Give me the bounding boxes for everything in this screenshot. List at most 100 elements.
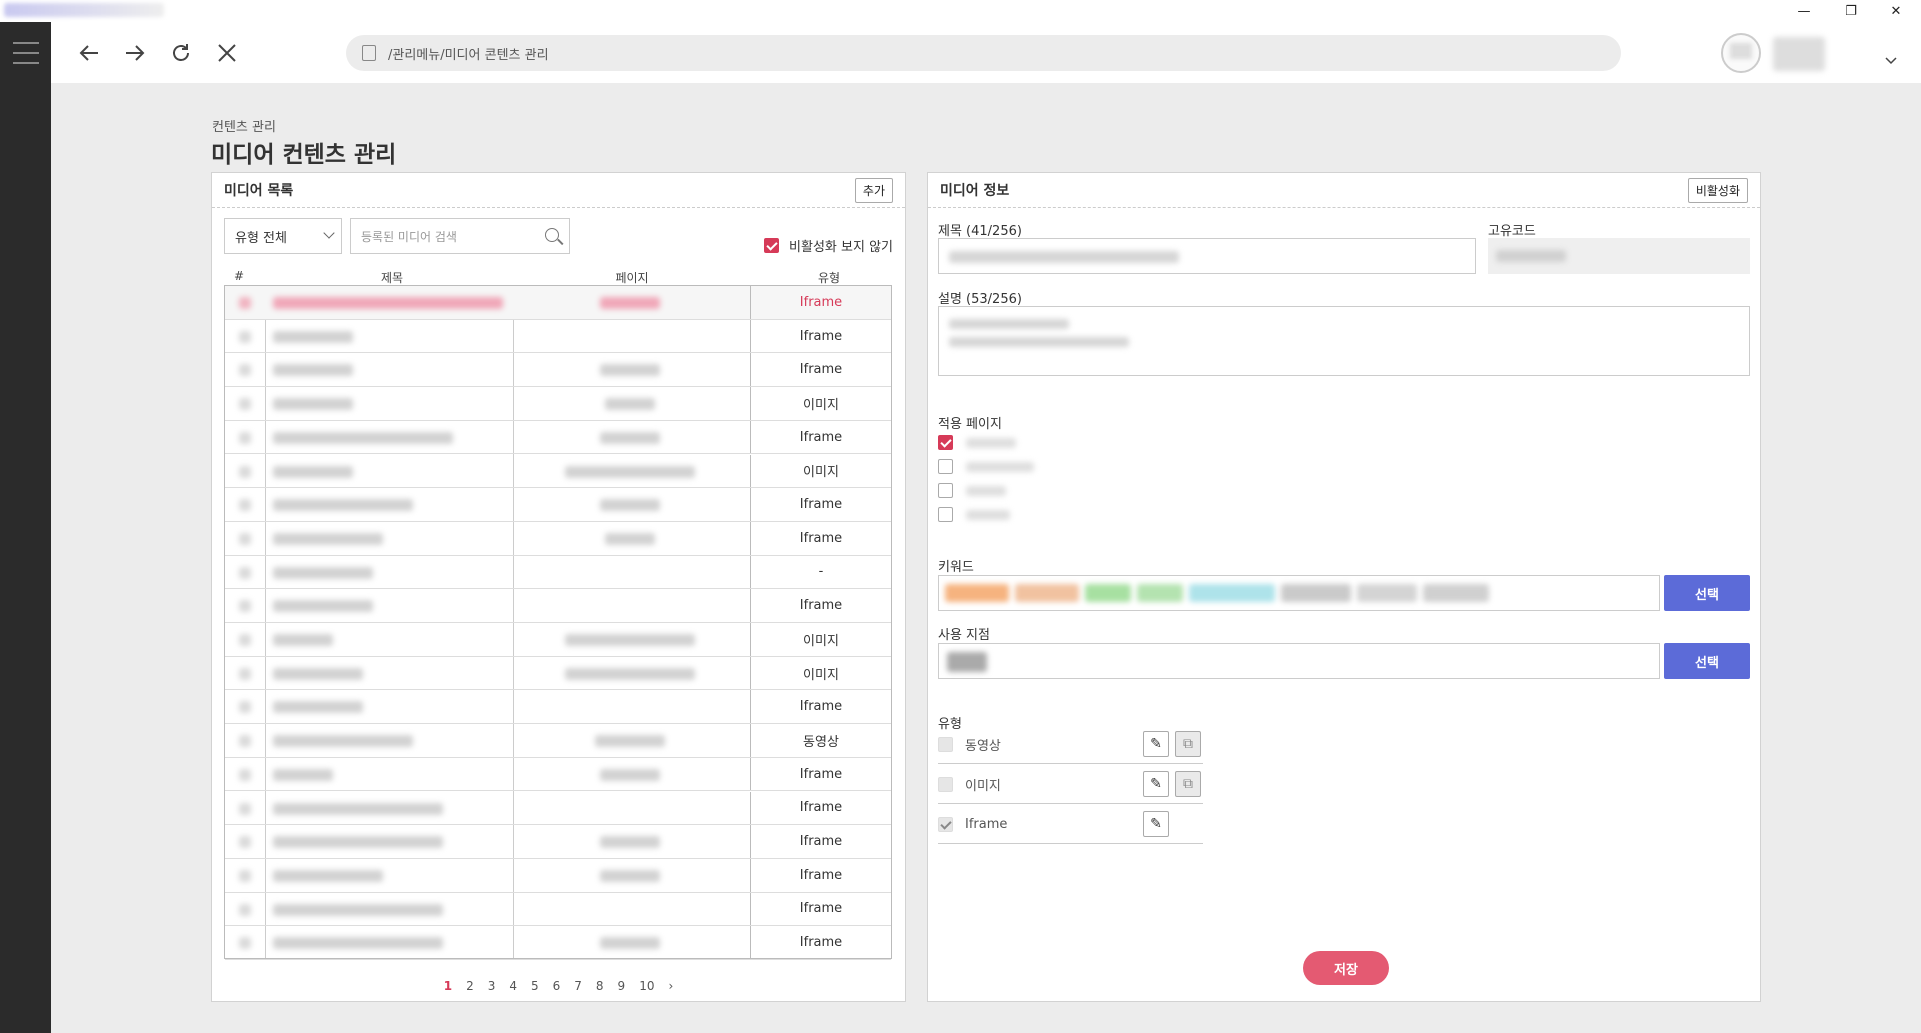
table-row[interactable]: Iframe bbox=[225, 420, 891, 455]
row-title-blur bbox=[273, 701, 363, 714]
page-link[interactable]: 1 bbox=[444, 979, 452, 993]
table-row[interactable]: 이미지 bbox=[225, 623, 891, 657]
chevron-down-icon[interactable] bbox=[1885, 54, 1897, 68]
table-row[interactable]: 이미지 bbox=[225, 656, 891, 691]
page-link[interactable]: 3 bbox=[488, 979, 496, 993]
apply-page-checkbox[interactable] bbox=[938, 483, 953, 498]
row-type: Iframe bbox=[750, 589, 891, 622]
row-type: Iframe bbox=[750, 926, 891, 959]
table-row[interactable]: Iframe bbox=[225, 892, 891, 927]
row-number-blur bbox=[239, 937, 251, 950]
row-number-blur bbox=[239, 398, 251, 411]
table-row[interactable]: 이미지 bbox=[225, 454, 891, 489]
row-number-blur bbox=[239, 667, 251, 680]
search-input[interactable]: 등록된 미디어 검색 bbox=[350, 218, 570, 254]
row-title-blur bbox=[273, 600, 373, 613]
type-video-checkbox[interactable] bbox=[938, 737, 953, 752]
hide-inactive-checkbox[interactable] bbox=[764, 238, 780, 253]
apply-page-option[interactable] bbox=[938, 435, 953, 454]
description-field[interactable] bbox=[938, 306, 1750, 376]
table-row[interactable]: Iframe bbox=[225, 353, 891, 388]
keyword-field[interactable] bbox=[938, 575, 1660, 611]
pencil-icon[interactable]: ✎ bbox=[1143, 731, 1169, 757]
media-list-panel: 미디어 목록 추가 유형 전체 등록된 미디어 검색 비활성화 보지 않기 # … bbox=[211, 172, 906, 1002]
menu-icon[interactable] bbox=[13, 42, 39, 64]
table-row[interactable]: Iframe bbox=[225, 926, 891, 960]
type-iframe-checkbox[interactable] bbox=[938, 817, 953, 832]
address-bar[interactable]: /관리메뉴/미디어 콘텐츠 관리 bbox=[346, 35, 1621, 71]
branch-field[interactable] bbox=[938, 643, 1660, 679]
row-title-blur bbox=[273, 364, 353, 377]
pencil-icon[interactable]: ✎ bbox=[1143, 771, 1169, 797]
apply-page-option[interactable] bbox=[938, 507, 953, 526]
external-link-icon[interactable]: ⧉ bbox=[1175, 771, 1201, 797]
close-window-button[interactable]: ✕ bbox=[1874, 0, 1918, 22]
table-row[interactable]: Iframe bbox=[225, 690, 891, 725]
table-row[interactable]: 이미지 bbox=[225, 387, 891, 421]
keyword-select-button[interactable]: 선택 bbox=[1664, 575, 1750, 611]
table-row[interactable]: - bbox=[225, 555, 891, 590]
apply-page-checkbox[interactable] bbox=[938, 507, 953, 522]
table-row[interactable]: Iframe bbox=[225, 589, 891, 623]
table-row[interactable]: Iframe bbox=[225, 286, 891, 320]
type-iframe-label: Iframe bbox=[965, 817, 1008, 832]
page-link[interactable]: 4 bbox=[509, 979, 517, 993]
table-row[interactable]: 동영상 bbox=[225, 724, 891, 758]
table-row[interactable]: Iframe bbox=[225, 825, 891, 859]
table-row[interactable]: Iframe bbox=[225, 791, 891, 826]
next-page-icon[interactable]: › bbox=[668, 979, 673, 993]
apply-page-option[interactable] bbox=[938, 483, 953, 502]
apply-page-checkbox[interactable] bbox=[938, 435, 953, 450]
row-title-blur bbox=[273, 768, 333, 781]
type-image-checkbox[interactable] bbox=[938, 777, 953, 792]
stop-icon[interactable] bbox=[212, 38, 242, 68]
row-type: Iframe bbox=[750, 690, 891, 724]
page-link[interactable]: 7 bbox=[574, 979, 582, 993]
deactivate-button[interactable]: 비활성화 bbox=[1687, 177, 1748, 203]
row-page-blur bbox=[600, 836, 660, 849]
row-title-blur bbox=[273, 634, 333, 646]
pencil-icon[interactable]: ✎ bbox=[1143, 811, 1169, 837]
save-button[interactable]: 저장 bbox=[1303, 951, 1389, 985]
row-type: 이미지 bbox=[750, 656, 891, 690]
table-row[interactable]: Iframe bbox=[225, 488, 891, 522]
page-link[interactable]: 5 bbox=[531, 979, 539, 993]
page-link[interactable]: 2 bbox=[466, 979, 474, 993]
branch-label: 사용 지점 bbox=[938, 628, 990, 643]
search-icon[interactable] bbox=[545, 228, 559, 242]
row-type: 동영상 bbox=[750, 724, 891, 757]
table-row[interactable]: Iframe bbox=[225, 757, 891, 792]
row-page-blur bbox=[565, 465, 695, 478]
row-title-blur bbox=[273, 398, 353, 411]
apply-page-checkbox[interactable] bbox=[938, 459, 953, 474]
table-row[interactable]: Iframe bbox=[225, 858, 891, 893]
apply-page-option[interactable] bbox=[938, 459, 953, 478]
row-type: 이미지 bbox=[750, 387, 891, 420]
type-filter-select[interactable]: 유형 전체 bbox=[224, 218, 342, 254]
page-link[interactable]: 6 bbox=[553, 979, 561, 993]
row-type: Iframe bbox=[750, 521, 891, 555]
page-link[interactable]: 9 bbox=[618, 979, 626, 993]
avatar-image-blur bbox=[1730, 43, 1752, 59]
row-title-blur bbox=[273, 465, 353, 478]
table-row[interactable]: Iframe bbox=[225, 521, 891, 556]
hide-inactive-checkbox-row[interactable]: 비활성화 보지 않기 bbox=[764, 236, 893, 255]
apply-page-label-blur bbox=[966, 462, 1034, 472]
page-link[interactable]: 8 bbox=[596, 979, 604, 993]
forward-arrow-icon[interactable] bbox=[120, 38, 150, 68]
reload-icon[interactable] bbox=[166, 38, 196, 68]
back-arrow-icon[interactable] bbox=[74, 38, 104, 68]
table-row[interactable]: Iframe bbox=[225, 319, 891, 354]
row-type: 이미지 bbox=[750, 454, 891, 488]
row-type: 이미지 bbox=[750, 623, 891, 656]
external-link-icon[interactable]: ⧉ bbox=[1175, 731, 1201, 757]
add-button[interactable]: 추가 bbox=[854, 177, 893, 203]
row-type: Iframe bbox=[750, 825, 891, 858]
maximize-button[interactable]: ❐ bbox=[1829, 0, 1873, 22]
branch-select-button[interactable]: 선택 bbox=[1664, 643, 1750, 679]
keyword-label: 키워드 bbox=[938, 560, 974, 575]
page-link[interactable]: 10 bbox=[639, 979, 654, 993]
title-field[interactable] bbox=[938, 238, 1476, 274]
minimize-button[interactable]: — bbox=[1782, 0, 1826, 22]
row-number-blur bbox=[239, 532, 251, 545]
